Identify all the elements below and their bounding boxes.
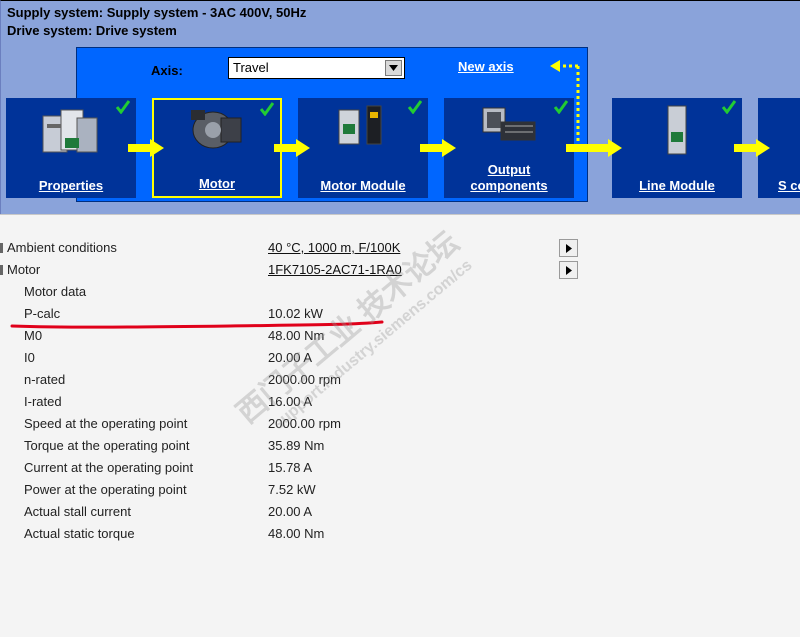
- property-value: 20.00 A: [268, 350, 313, 365]
- chevron-right-icon: [565, 265, 572, 275]
- ambient-conditions-label: Ambient conditions: [7, 240, 117, 255]
- motor-label: Motor: [7, 262, 41, 277]
- property-label: Actual static torque: [24, 526, 135, 541]
- property-row: Torque at the operating point 35.89 Nm: [0, 438, 800, 458]
- properties-icon: [42, 109, 98, 153]
- property-label: I0: [24, 350, 35, 365]
- motor-icon: [191, 110, 242, 149]
- property-row: I-rated 16.00 A: [0, 394, 800, 414]
- output-components-icon: [482, 107, 536, 141]
- motor-module-icon: [338, 105, 382, 145]
- tile-label: S co: [778, 178, 800, 193]
- tile-properties[interactable]: Properties: [6, 98, 136, 198]
- property-label: n-rated: [24, 372, 66, 387]
- property-value: 48.00 Nm: [268, 526, 325, 541]
- tile-label: Output components: [470, 162, 548, 193]
- check-icon: [408, 100, 422, 114]
- new-axis-link[interactable]: New axis: [458, 59, 514, 74]
- tree-node-marker[interactable]: [0, 243, 3, 253]
- property-row: I0 20.00 A: [0, 350, 800, 370]
- flow-arrow-icon: [420, 139, 456, 157]
- property-value: 2000.00 rpm: [268, 416, 341, 431]
- property-value: 35.89 Nm: [268, 438, 325, 453]
- property-value: 16.00 A: [268, 394, 313, 409]
- flow-arrow-icon: [128, 139, 164, 157]
- property-row: Speed at the operating point 2000.00 rpm: [0, 416, 800, 436]
- chevron-down-icon[interactable]: [385, 60, 402, 76]
- property-value: 20.00 A: [268, 504, 313, 519]
- axis-select-value: Travel: [233, 60, 269, 75]
- motor-expand-button[interactable]: [559, 261, 578, 279]
- check-icon: [722, 100, 736, 114]
- property-label: Speed at the operating point: [24, 416, 188, 431]
- property-value: 15.78 A: [268, 460, 313, 475]
- tile-label: Motor Module: [320, 178, 406, 193]
- property-value: 2000.00 rpm: [268, 372, 341, 387]
- motor-value[interactable]: 1FK7105-2AC71-1RA0: [268, 262, 402, 277]
- property-row-motor: Motor 1FK7105-2AC71-1RA0: [0, 261, 800, 282]
- flow-arrow-icon: [566, 139, 622, 157]
- axis-label: Axis:: [151, 63, 183, 78]
- flow-arrow-icon: [734, 139, 770, 157]
- red-underline-annotation: [10, 320, 384, 329]
- property-label: Torque at the operating point: [24, 438, 190, 453]
- ambient-conditions-value[interactable]: 40 °C, 1000 m, F/100K: [268, 240, 400, 255]
- tile-label: Motor: [198, 176, 236, 191]
- flow-arrow-icon: [274, 139, 310, 157]
- property-row: Actual stall current 20.00 A: [0, 504, 800, 524]
- property-label: Current at the operating point: [24, 460, 194, 475]
- tile-line-module[interactable]: Line Module: [612, 98, 742, 198]
- line-module-icon: [667, 105, 687, 155]
- check-icon: [554, 100, 568, 114]
- property-value: 7.52 kW: [268, 482, 316, 497]
- tile-motor-module[interactable]: Motor Module: [298, 98, 428, 198]
- property-label: I-rated: [24, 394, 62, 409]
- property-row: n-rated 2000.00 rpm: [0, 372, 800, 392]
- property-row-motor-data: Motor data: [0, 284, 800, 304]
- tile-label: Line Module: [639, 178, 715, 193]
- chevron-right-icon: [565, 243, 572, 253]
- motor-data-label: Motor data: [24, 284, 87, 299]
- tile-label: Properties: [38, 178, 104, 193]
- tile-label-output: Output components: [444, 162, 574, 194]
- tile-motor[interactable]: Motor: [152, 98, 282, 198]
- property-label: Power at the operating point: [24, 482, 187, 497]
- property-label: Actual stall current: [24, 504, 131, 519]
- tile-output-components[interactable]: Output components: [444, 98, 574, 198]
- property-row-ambient: Ambient conditions 40 °C, 1000 m, F/100K: [0, 239, 800, 260]
- property-row: Power at the operating point 7.52 kW: [0, 482, 800, 502]
- drive-system-title: Drive system: Drive system: [7, 23, 177, 38]
- property-row: Actual static torque 48.00 Nm: [0, 526, 800, 546]
- axis-select[interactable]: Travel: [228, 57, 405, 79]
- supply-system-title: Supply system: Supply system - 3AC 400V,…: [7, 5, 307, 20]
- check-icon: [260, 102, 274, 116]
- tree-node-marker[interactable]: [0, 265, 3, 275]
- check-icon: [116, 100, 130, 114]
- property-row: Current at the operating point 15.78 A: [0, 460, 800, 480]
- ambient-expand-button[interactable]: [559, 239, 578, 257]
